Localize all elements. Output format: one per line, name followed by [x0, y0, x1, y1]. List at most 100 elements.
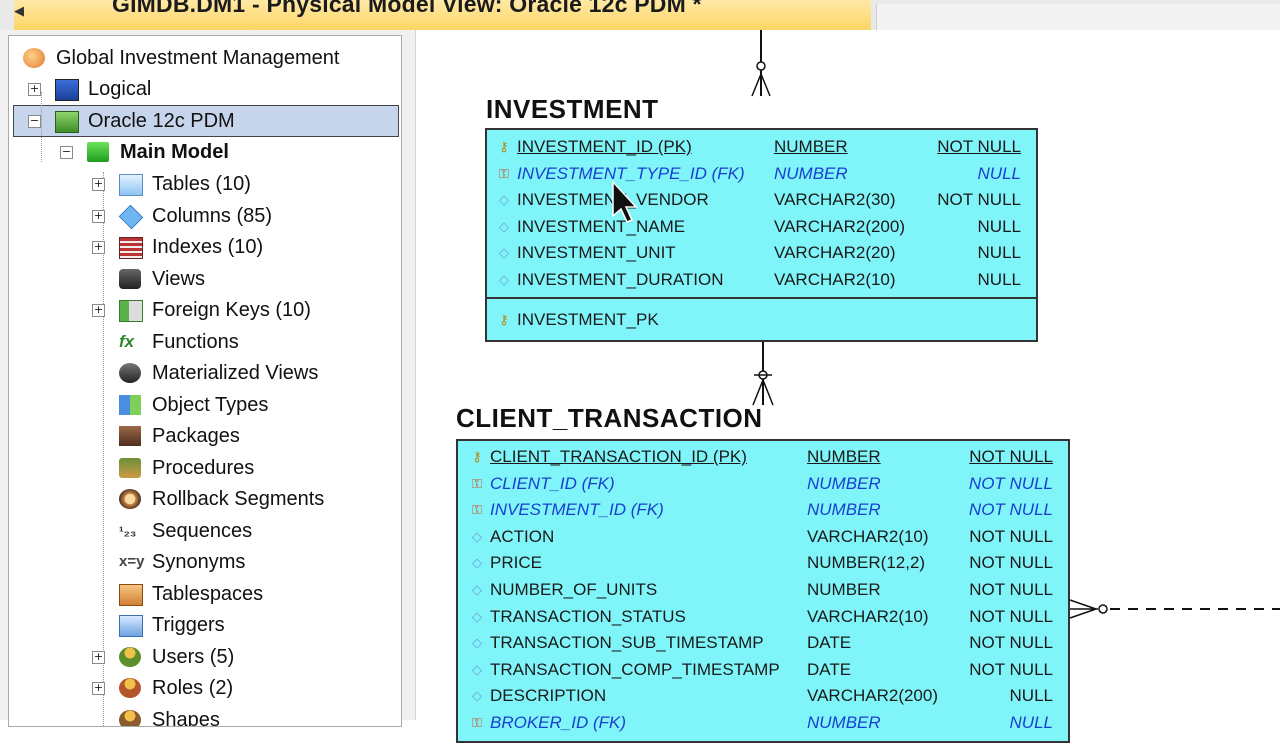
expand-icon[interactable]: + — [92, 682, 105, 695]
tab-scroll-left-icon[interactable]: ◀ — [14, 4, 26, 18]
tree-item-synonym-label: Synonyms — [152, 551, 246, 573]
tree-item-role[interactable]: + Roles (2) — [9, 674, 401, 702]
optional-circle-icon — [1098, 604, 1108, 614]
tree-item-column-label: Columns (85) — [152, 204, 273, 227]
package-icon — [119, 426, 141, 446]
entity-column-row[interactable]: ◇ PRICE NUMBER(12,2) NOT NULL — [458, 551, 1068, 578]
logical — [55, 79, 79, 101]
column-nullity: NOT NULL — [968, 473, 1053, 493]
column-nullity: NULL — [977, 269, 1021, 289]
tree-item-sequence[interactable]: ¹₂₃ Sequences — [9, 517, 401, 545]
materialized-view-icon — [119, 363, 141, 383]
entity-column-row[interactable]: ⚿ INVESTMENT_ID (FK) NUMBER NOT NULL — [458, 498, 1068, 525]
entity-column-row[interactable]: ◇ NUMBER_OF_UNITS NUMBER NOT NULL — [458, 578, 1068, 605]
expand-icon[interactable]: + — [92, 178, 105, 191]
column-name: INVESTMENT_NAME — [517, 216, 686, 236]
key-name: INVESTMENT_PK — [517, 310, 659, 329]
entity-column-row[interactable]: ⚿ BROKER_ID (FK) NUMBER NULL — [458, 711, 1068, 738]
view-icon — [119, 268, 141, 289]
entity-key-row: ⚷ INVESTMENT_PK — [487, 308, 1036, 334]
model-tree[interactable]: Global Investment Management + Logical − Ora… — [8, 35, 402, 727]
column-name: TRANSACTION_STATUS — [490, 606, 686, 626]
document-tab[interactable]: ◀ GIMDB.DM1 - Physical Model View: Oracl… — [14, 0, 871, 31]
tree-item-synonym[interactable]: x=y Synonyms — [9, 548, 401, 576]
column-diamond-icon: ◇ — [499, 271, 509, 287]
tree-item-package[interactable]: Packages — [9, 422, 401, 450]
expand-icon[interactable]: + — [92, 241, 105, 254]
entity-column-row[interactable]: ◇ INVESTMENT_VENDOR VARCHAR2(30) NOT NULL — [487, 188, 1036, 215]
index-icon — [119, 237, 143, 259]
entity-column-row[interactable]: ⚷ CLIENT_TRANSACTION_ID (PK) NUMBER NOT NUL… — [458, 445, 1068, 472]
tree-item-root[interactable]: Global Investment Management — [9, 44, 401, 72]
tree-item-logical[interactable]: + Logical — [9, 75, 401, 103]
tree-item-rollback-segment[interactable]: Rollback Segments — [9, 485, 401, 513]
diagram-canvas[interactable]: INVESTMENT ⚷ INVESTMENT_ID (PK) NUMBER NOT … — [416, 30, 1280, 743]
tree-item-view[interactable]: Views — [9, 265, 401, 293]
entity-column-row[interactable]: ◇ INVESTMENT_UNIT VARCHAR2(20) NULL — [487, 241, 1036, 268]
entity-column-row[interactable]: ◇ ACTION VARCHAR2(10) NOT NULL — [458, 525, 1068, 552]
column-name: TRANSACTION_COMP_TIMESTAMP — [490, 659, 780, 679]
entity-client-transaction[interactable]: ⚷ CLIENT_TRANSACTION_ID (PK) NUMBER NOT NUL… — [456, 439, 1070, 743]
tree-item-physical[interactable]: − Oracle 12c PDM — [9, 107, 401, 135]
entity-column-row[interactable]: ⚷ INVESTMENT_ID (PK) NUMBER NOT NULL — [487, 135, 1036, 162]
tree-item-table[interactable]: + Tables (10) — [9, 170, 401, 198]
tree-item-user[interactable]: + Users (5) — [9, 643, 401, 671]
column-type: NUMBER — [807, 500, 881, 520]
tree-item-column[interactable]: + Columns (85) — [9, 202, 401, 230]
object-type-icon — [119, 394, 141, 415]
tree-item-materialized-view-label: Materialized Views — [152, 362, 319, 384]
entity-column-row[interactable]: ◇ INVESTMENT_NAME VARCHAR2(200) NULL — [487, 215, 1036, 242]
column-type: VARCHAR2(20) — [774, 243, 896, 262]
expand-icon[interactable]: + — [92, 650, 105, 664]
column-name: PRICE — [490, 553, 542, 573]
tree-item-object-type-label: Object Types — [152, 393, 269, 416]
tree-item-main-model-label: Main Model — [120, 141, 229, 163]
tree-item-tablespace[interactable]: Tablespaces — [9, 580, 401, 608]
tree-item-foreign-key[interactable]: + Foreign Keys (10) — [9, 296, 401, 324]
tablespace-icon — [119, 583, 143, 606]
tree-item-trigger-label: Triggers — [152, 614, 225, 636]
entity-column-row[interactable]: ◇ TRANSACTION_SUB_TIMESTAMP DATE NOT NULL — [458, 631, 1068, 658]
tree-item-main-model[interactable]: − Main Model — [9, 138, 401, 166]
column-name: ACTION — [490, 526, 555, 546]
column-nullity: NULL — [977, 216, 1021, 236]
primary-key-icon: ⚷ — [499, 139, 509, 154]
entity-column-row[interactable]: ◇ INVESTMENT_DURATION VARCHAR2(10) NULL — [487, 268, 1036, 295]
tree-item-function[interactable]: fx Functions — [9, 328, 401, 356]
entity-column-row[interactable]: ⚿ INVESTMENT_TYPE_ID (FK) NUMBER NULL — [487, 162, 1036, 189]
tree-item-tablespace-label: Tablespaces — [152, 582, 264, 605]
rollback-segment-icon — [119, 489, 141, 509]
tree-item-package-label: Packages — [152, 425, 240, 447]
expand-icon[interactable]: + — [28, 83, 41, 96]
tree-item-index[interactable]: + Indexes (10) — [9, 233, 401, 261]
document-tab-title: GIMDB.DM1 - Physical Model View: Oracle … — [112, 0, 702, 17]
tree-item-materialized-view[interactable]: Materialized Views — [9, 359, 401, 387]
tree-item-shape[interactable]: Shapes — [9, 706, 401, 726]
panel-splitter[interactable] — [403, 30, 416, 720]
expand-icon[interactable]: + — [92, 209, 105, 223]
column-nullity: NULL — [1009, 686, 1053, 706]
tree-item-root-label: Global Investment Management — [56, 47, 340, 69]
column-diamond-icon: ◇ — [472, 555, 482, 571]
entity-investment[interactable]: ⚷ INVESTMENT_ID (PK) NUMBER NOT NULL ⚿ INVEST… — [485, 128, 1038, 342]
entity-column-row[interactable]: ◇ TRANSACTION_COMP_TIMESTAMP DATE NOT NULL — [458, 658, 1068, 685]
collapse-icon[interactable]: − — [60, 146, 73, 159]
collapse-icon[interactable]: − — [28, 115, 41, 128]
tree-item-object-type[interactable]: Object Types — [9, 391, 401, 419]
tree-item-procedure[interactable]: Procedures — [9, 454, 401, 482]
globe — [23, 48, 45, 68]
expand-icon[interactable]: + — [92, 304, 105, 317]
synonym-icon: x=y — [119, 553, 145, 570]
tree-item-physical-label: Oracle 12c PDM — [88, 110, 235, 132]
column-name: DESCRIPTION — [490, 686, 607, 706]
tree-item-foreign-key-label: Foreign Keys (10) — [152, 299, 311, 321]
tree-item-trigger[interactable]: Triggers — [9, 611, 401, 639]
entity-column-row[interactable]: ◇ TRANSACTION_STATUS VARCHAR2(10) NOT NULL — [458, 605, 1068, 632]
tree-item-procedure-label: Procedures — [152, 456, 255, 479]
entity-column-row[interactable]: ◇ DESCRIPTION VARCHAR2(200) NULL — [458, 684, 1068, 711]
entity-column-row[interactable]: ⚿ CLIENT_ID (FK) NUMBER NOT NULL — [458, 472, 1068, 499]
foreign-key-icon: ⚿ — [472, 502, 482, 518]
column-type: VARCHAR2(200) — [807, 686, 939, 706]
column-name: INVESTMENT_ID (FK) — [490, 500, 664, 520]
column-nullity: NULL — [977, 243, 1021, 262]
